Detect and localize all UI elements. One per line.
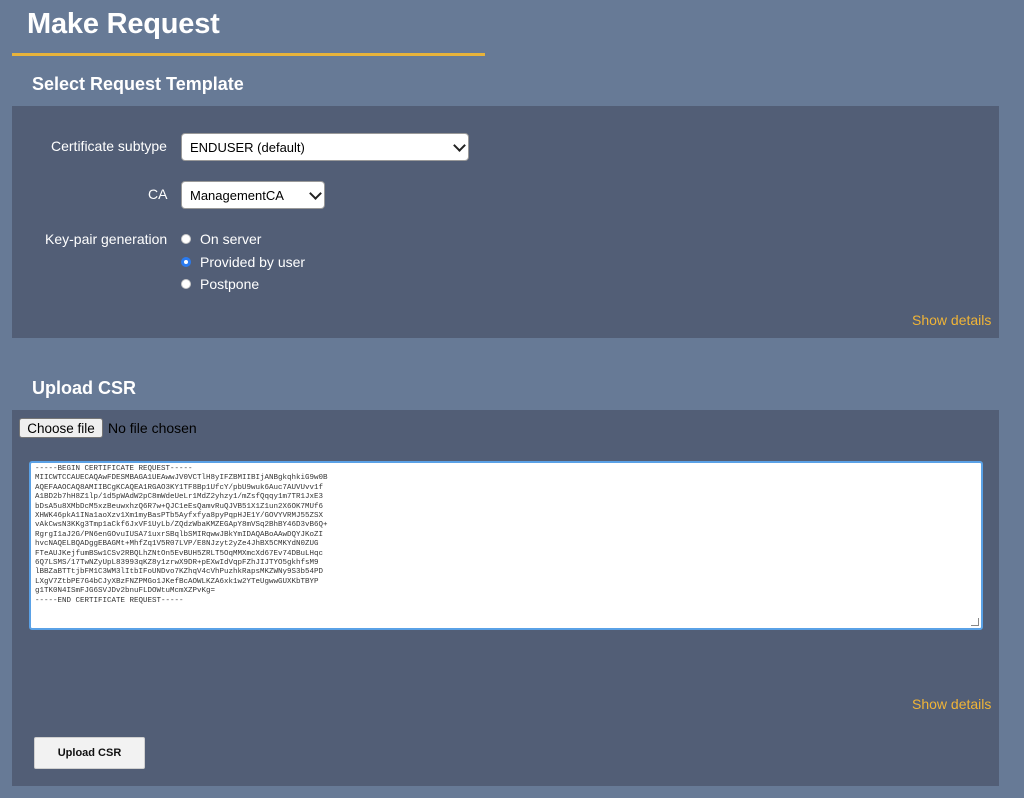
keypair-generation-label: Key-pair generation xyxy=(45,231,168,247)
template-section-title: Select Request Template xyxy=(32,74,244,94)
template-show-details-link[interactable]: Show details xyxy=(912,312,991,328)
radio-button-icon[interactable] xyxy=(181,234,191,244)
keypair-option-provided-by-user[interactable]: Provided by user xyxy=(181,253,305,271)
choose-file-button[interactable]: Choose file xyxy=(19,418,103,438)
ca-label: CA xyxy=(148,186,168,202)
upload-csr-section-title: Upload CSR xyxy=(32,378,137,398)
radio-button-icon[interactable] xyxy=(181,279,191,289)
keypair-option-label: Postpone xyxy=(200,276,260,292)
file-status-text: No file chosen xyxy=(108,420,197,436)
radio-button-selected-icon[interactable] xyxy=(181,257,191,267)
certificate-subtype-label: Certificate subtype xyxy=(51,138,167,154)
certificate-subtype-select[interactable]: ENDUSER (default) xyxy=(181,133,469,161)
keypair-option-label: On server xyxy=(200,231,262,247)
keypair-option-on-server[interactable]: On server xyxy=(181,230,261,248)
page-header: Make Request xyxy=(12,0,485,56)
make-request-page: Make Request Select Request Template Cer… xyxy=(0,0,1024,798)
csr-textarea[interactable]: -----BEGIN CERTIFICATE REQUEST----- MIIC… xyxy=(29,461,983,630)
page-title: Make Request xyxy=(27,8,220,40)
resize-handle-icon[interactable] xyxy=(971,618,979,626)
upload-csr-button[interactable]: Upload CSR xyxy=(34,737,145,769)
csr-text-content: -----BEGIN CERTIFICATE REQUEST----- MIIC… xyxy=(35,465,328,605)
keypair-option-postpone[interactable]: Postpone xyxy=(181,275,259,293)
csr-show-details-link[interactable]: Show details xyxy=(912,696,991,712)
keypair-option-label: Provided by user xyxy=(200,254,306,270)
ca-select[interactable]: ManagementCA xyxy=(181,181,325,209)
